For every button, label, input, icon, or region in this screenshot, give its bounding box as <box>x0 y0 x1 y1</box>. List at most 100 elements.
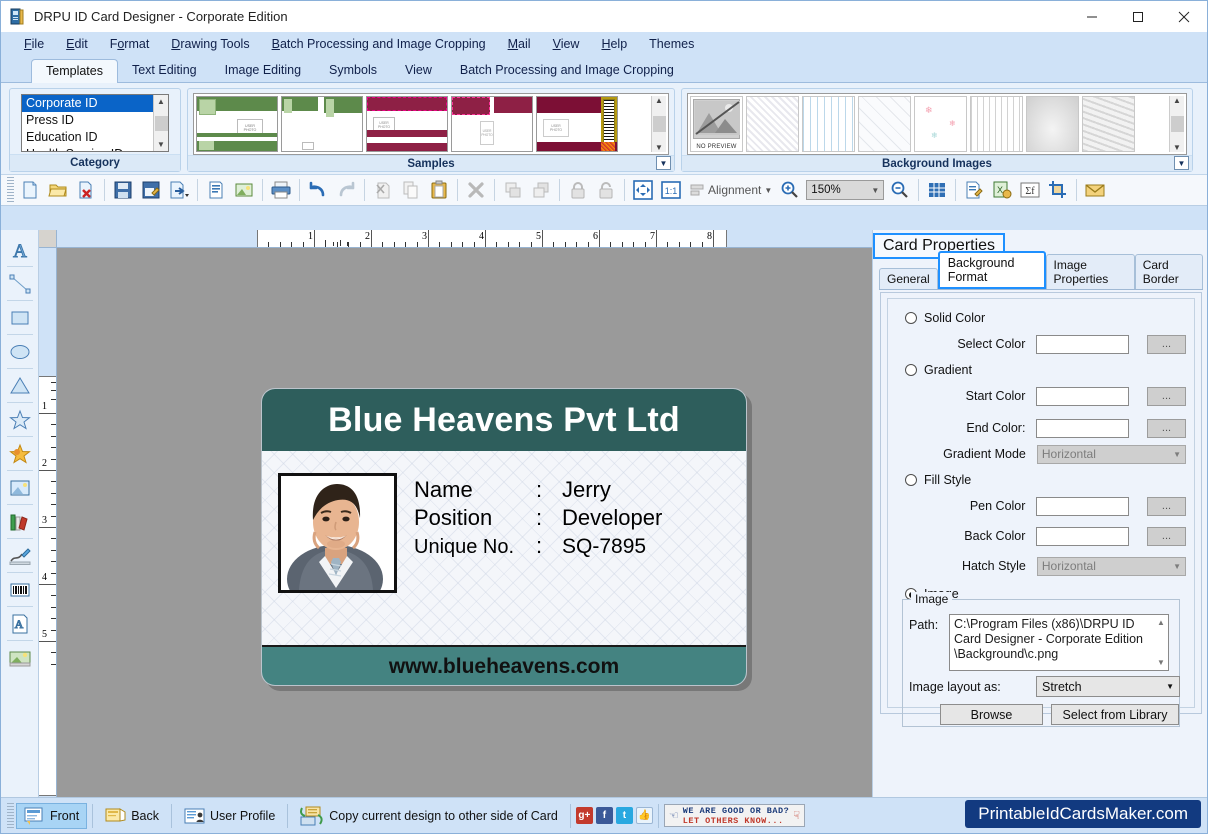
toolbar-grip[interactable] <box>7 177 14 203</box>
star-tool[interactable] <box>4 404 36 435</box>
excel-import-button[interactable]: X <box>988 176 1016 204</box>
gradient-radio[interactable] <box>905 364 917 376</box>
rectangle-tool[interactable] <box>4 302 36 333</box>
solid-color-option[interactable]: Solid Color <box>888 305 1194 331</box>
library-tool[interactable] <box>4 506 36 537</box>
menu-item-themes[interactable]: Themes <box>638 35 705 53</box>
category-item-health-service-id[interactable]: Health Service ID <box>22 146 168 151</box>
background-thumb[interactable]: ❄ ❄ ❄ <box>914 96 967 152</box>
menu-item-drawing-tools[interactable]: Drawing Tools <box>160 35 260 53</box>
menu-item-help[interactable]: Help <box>590 35 638 53</box>
card-header[interactable]: Blue Heavens Pvt Ltd <box>262 389 746 451</box>
card-field-row[interactable]: Position : Developer <box>414 505 738 531</box>
backgrounds-dropdown-icon[interactable]: ▼ <box>1174 156 1189 170</box>
alignment-control[interactable]: Alignment ▼ <box>685 182 776 198</box>
background-thumb-no-preview[interactable]: NO PREVIEW <box>690 96 743 152</box>
sample-thumb[interactable]: USER PHOTO <box>196 96 278 152</box>
background-strip[interactable]: NO PREVIEW ❄ ❄ ❄ ▲ ▼ <box>687 93 1187 155</box>
minimize-button[interactable] <box>1069 1 1115 32</box>
brand-badge[interactable]: PrintableIdCardsMaker.com <box>965 800 1201 828</box>
chevron-down-icon[interactable]: ▼ <box>764 186 772 195</box>
canvas-area[interactable]: 1 2 3 4 5 6 7 8 1 2 3 4 5 Blue Heavens P… <box>39 230 872 797</box>
send-to-back-button[interactable] <box>527 176 555 204</box>
delete-card-button[interactable] <box>72 176 100 204</box>
save-button[interactable] <box>109 176 137 204</box>
scroll-up-icon[interactable]: ▲ <box>157 95 165 108</box>
zoom-out-button[interactable] <box>886 176 914 204</box>
add-text-button[interactable] <box>202 176 230 204</box>
fill-style-option[interactable]: Fill Style <box>888 467 1194 493</box>
line-tool[interactable] <box>4 268 36 299</box>
shapes-tool[interactable] <box>4 438 36 469</box>
tab-symbols[interactable]: Symbols <box>315 59 391 82</box>
gradient-mode-select[interactable]: Horizontal ▼ <box>1036 444 1186 464</box>
front-side-button[interactable]: Front <box>16 802 88 829</box>
sample-thumb[interactable]: USER PHOTO <box>536 96 618 152</box>
category-listbox[interactable]: Corporate ID Press ID Education ID Healt… <box>21 94 169 152</box>
start-color-browse-button[interactable]: ... <box>1147 386 1186 406</box>
backgrounds-scrollbar[interactable]: ▲ ▼ <box>1169 96 1184 152</box>
pen-color-field[interactable] <box>1036 496 1130 516</box>
batch-process-button[interactable] <box>960 176 988 204</box>
sample-thumb[interactable] <box>281 96 363 152</box>
chevron-down-icon[interactable]: ▼ <box>1166 682 1174 691</box>
ellipse-tool[interactable] <box>4 336 36 367</box>
background-thumb[interactable] <box>970 96 1023 152</box>
tab-view[interactable]: View <box>391 59 446 82</box>
barcode-tool[interactable] <box>4 574 36 605</box>
card-footer[interactable]: www.blueheavens.com <box>262 647 746 685</box>
actual-size-button[interactable]: 1:1 <box>657 176 685 204</box>
background-thumb[interactable] <box>858 96 911 152</box>
thumbs-up-icon[interactable]: 👍 <box>635 807 653 824</box>
new-card-button[interactable] <box>16 176 44 204</box>
samples-dropdown-icon[interactable]: ▼ <box>656 156 671 170</box>
menu-item-edit[interactable]: Edit <box>55 35 99 53</box>
background-thumb[interactable] <box>1082 96 1135 152</box>
end-color-field[interactable] <box>1036 418 1130 438</box>
sample-thumb[interactable]: USER PHOTO <box>451 96 533 152</box>
scroll-up-icon[interactable]: ▲ <box>655 96 663 105</box>
tab-card-border[interactable]: Card Border <box>1134 254 1203 289</box>
scroll-down-icon[interactable]: ▼ <box>1157 655 1165 670</box>
path-scrollbar[interactable]: ▲ ▼ <box>1154 615 1168 670</box>
sequence-button[interactable]: Σf <box>1016 176 1044 204</box>
select-from-library-button[interactable]: Select from Library <box>1051 704 1179 725</box>
image-tool[interactable] <box>4 472 36 503</box>
zoom-in-button[interactable] <box>776 176 804 204</box>
facebook-icon[interactable]: f <box>595 807 613 824</box>
cut-button[interactable] <box>369 176 397 204</box>
google-plus-icon[interactable]: g+ <box>575 807 593 824</box>
card-field-row[interactable]: Unique No. : SQ-7895 <box>414 533 738 559</box>
tab-text-editing[interactable]: Text Editing <box>118 59 211 82</box>
menu-item-format[interactable]: Format <box>99 35 161 53</box>
browse-button[interactable]: Browse <box>940 704 1043 725</box>
text-tool[interactable]: A <box>4 234 36 265</box>
background-tool[interactable] <box>4 642 36 673</box>
design-canvas[interactable]: Blue Heavens Pvt Ltd Name: Jerry Positi… <box>58 249 872 797</box>
pen-color-browse-button[interactable]: ... <box>1147 496 1186 516</box>
scrollbar-thumb[interactable] <box>652 116 666 132</box>
sample-thumb[interactable]: USER PHOTO <box>366 96 448 152</box>
end-color-browse-button[interactable]: ... <box>1147 418 1186 438</box>
image-layout-select[interactable]: Stretch ▼ <box>1036 676 1180 697</box>
statusbar-grip[interactable] <box>7 802 14 829</box>
samples-scrollbar[interactable]: ▲ ▼ <box>651 96 666 152</box>
scroll-down-icon[interactable]: ▼ <box>655 143 663 152</box>
add-image-button[interactable] <box>230 176 258 204</box>
twitter-icon[interactable]: t <box>615 807 633 824</box>
card-field-row[interactable]: Name : Jerry <box>414 477 738 503</box>
fill-style-radio[interactable] <box>905 474 917 486</box>
bring-to-front-button[interactable] <box>499 176 527 204</box>
card-photo[interactable] <box>278 473 397 593</box>
undo-button[interactable] <box>304 176 332 204</box>
redo-button[interactable] <box>332 176 360 204</box>
menu-item-mail[interactable]: Mail <box>497 35 542 53</box>
category-scrollbar[interactable]: ▲ ▼ <box>153 95 168 151</box>
mail-button[interactable] <box>1081 176 1109 204</box>
tab-image-properties[interactable]: Image Properties <box>1045 254 1135 289</box>
samples-strip[interactable]: USER PHOTO USER PHOTO USER PHOTO USER PH… <box>193 93 669 155</box>
hatch-style-select[interactable]: Horizontal ▼ <box>1036 556 1186 576</box>
chevron-down-icon[interactable]: ▼ <box>1173 562 1181 571</box>
back-color-browse-button[interactable]: ... <box>1147 526 1186 546</box>
user-profile-button[interactable]: User Profile <box>177 804 282 828</box>
